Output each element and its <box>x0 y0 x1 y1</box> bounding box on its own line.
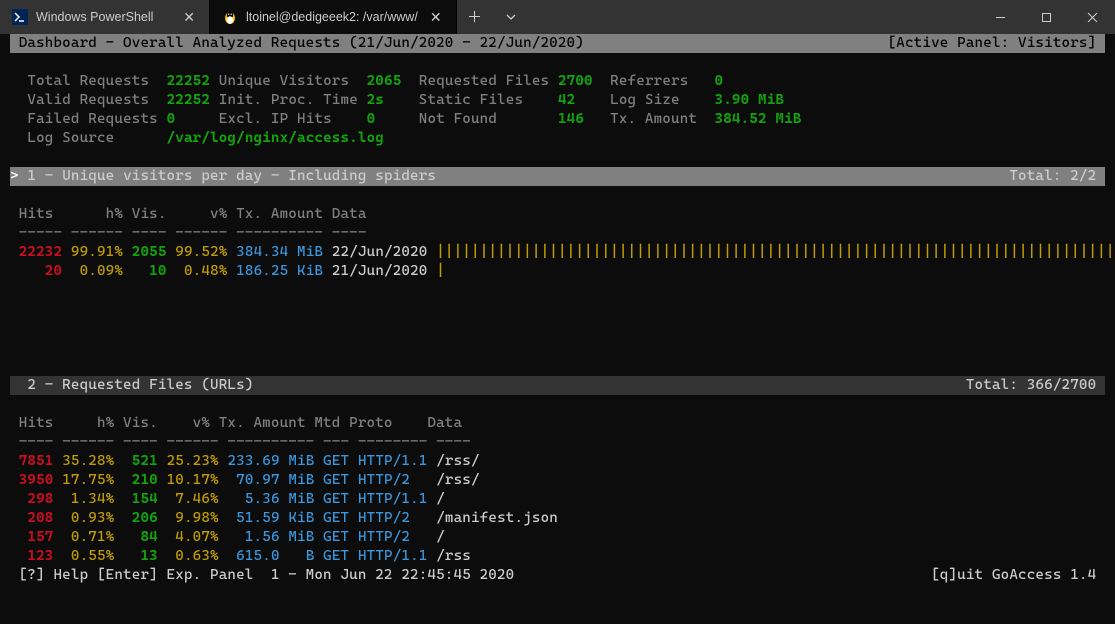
tab-powershell[interactable]: Windows PowerShell ✕ <box>0 0 210 34</box>
tab-ssh[interactable]: ltoinel@dedigeeek2: /var/www/ ✕ <box>210 0 457 34</box>
blank <box>10 300 1105 319</box>
tab-title: ltoinel@dedigeeek2: /var/www/ <box>246 8 418 27</box>
table-row: 3950 17.75% 210 10.17% 70.97 MiB GET HTT… <box>10 471 1105 490</box>
blank <box>10 281 1105 300</box>
table-row: 208 0.93% 206 9.98% 51.59 KiB GET HTTP/2… <box>10 509 1105 528</box>
tab-title: Windows PowerShell <box>36 8 171 27</box>
summary-row-2: Valid Requests 22252 Init. Proc. Time 2s… <box>10 91 1105 110</box>
table-row: 157 0.71% 84 4.07% 1.56 MiB GET HTTP/2 / <box>10 528 1105 547</box>
close-icon[interactable]: ✕ <box>426 8 446 27</box>
summary-row-4: Log Source /var/log/nginx/access.log <box>10 129 1105 148</box>
terminal-content[interactable]: Dashboard - Overall Analyzed Requests (2… <box>0 34 1115 585</box>
blank <box>10 357 1105 376</box>
blank <box>10 319 1105 338</box>
chevron-down-icon <box>505 11 517 23</box>
window-controls <box>977 0 1115 34</box>
table-row: 22232 99.91% 2055 99.52% 384.34 MiB 22/J… <box>10 243 1105 262</box>
new-tab-button[interactable]: ＋ <box>457 0 493 34</box>
maximize-button[interactable] <box>1023 0 1069 34</box>
table-row: 123 0.55% 13 0.63% 615.0 B GET HTTP/1.1 … <box>10 547 1105 566</box>
tab-dropdown-button[interactable] <box>493 0 529 34</box>
table-row: 20 0.09% 10 0.48% 186.25 KiB 21/Jun/2020… <box>10 262 1105 281</box>
blank <box>10 186 1105 205</box>
close-button[interactable] <box>1069 0 1115 34</box>
panel-2-cols: Hits h% Vis. v% Tx. Amount Mtd Proto Dat… <box>10 414 1105 433</box>
blank <box>10 338 1105 357</box>
close-icon <box>1087 12 1098 23</box>
table-row: 7851 35.28% 521 25.23% 233.69 MiB GET HT… <box>10 452 1105 471</box>
table-row: 298 1.34% 154 7.46% 5.36 MiB GET HTTP/1.… <box>10 490 1105 509</box>
linux-icon <box>222 9 238 25</box>
footer: [?] Help [Enter] Exp. Panel 1 - Mon Jun … <box>10 566 1105 585</box>
summary-row-1: Total Requests 22252 Unique Visitors 206… <box>10 72 1105 91</box>
panel-2-header: 2 - Requested Files (URLs)Total: 366/270… <box>10 376 1105 395</box>
powershell-icon <box>12 9 28 25</box>
panel-2-sep: ---- ------ ---- ------ ---------- --- -… <box>10 433 1105 452</box>
blank <box>10 148 1105 167</box>
dashboard-header: Dashboard - Overall Analyzed Requests (2… <box>10 34 1105 53</box>
blank <box>10 395 1105 414</box>
close-icon[interactable]: ✕ <box>179 8 199 27</box>
maximize-icon <box>1041 12 1052 23</box>
blank <box>10 53 1105 72</box>
minimize-icon <box>995 12 1006 23</box>
summary-row-3: Failed Requests 0 Excl. IP Hits 0 Not Fo… <box>10 110 1105 129</box>
panel-1-sep: ----- ------ ---- ------ ---------- ---- <box>10 224 1105 243</box>
tab-strip: Windows PowerShell ✕ ltoinel@dedigeeek2:… <box>0 0 457 34</box>
panel-1-header: > 1 - Unique visitors per day - Includin… <box>10 167 1105 186</box>
panel-1-cols: Hits h% Vis. v% Tx. Amount Data <box>10 205 1105 224</box>
window-titlebar: Windows PowerShell ✕ ltoinel@dedigeeek2:… <box>0 0 1115 34</box>
minimize-button[interactable] <box>977 0 1023 34</box>
